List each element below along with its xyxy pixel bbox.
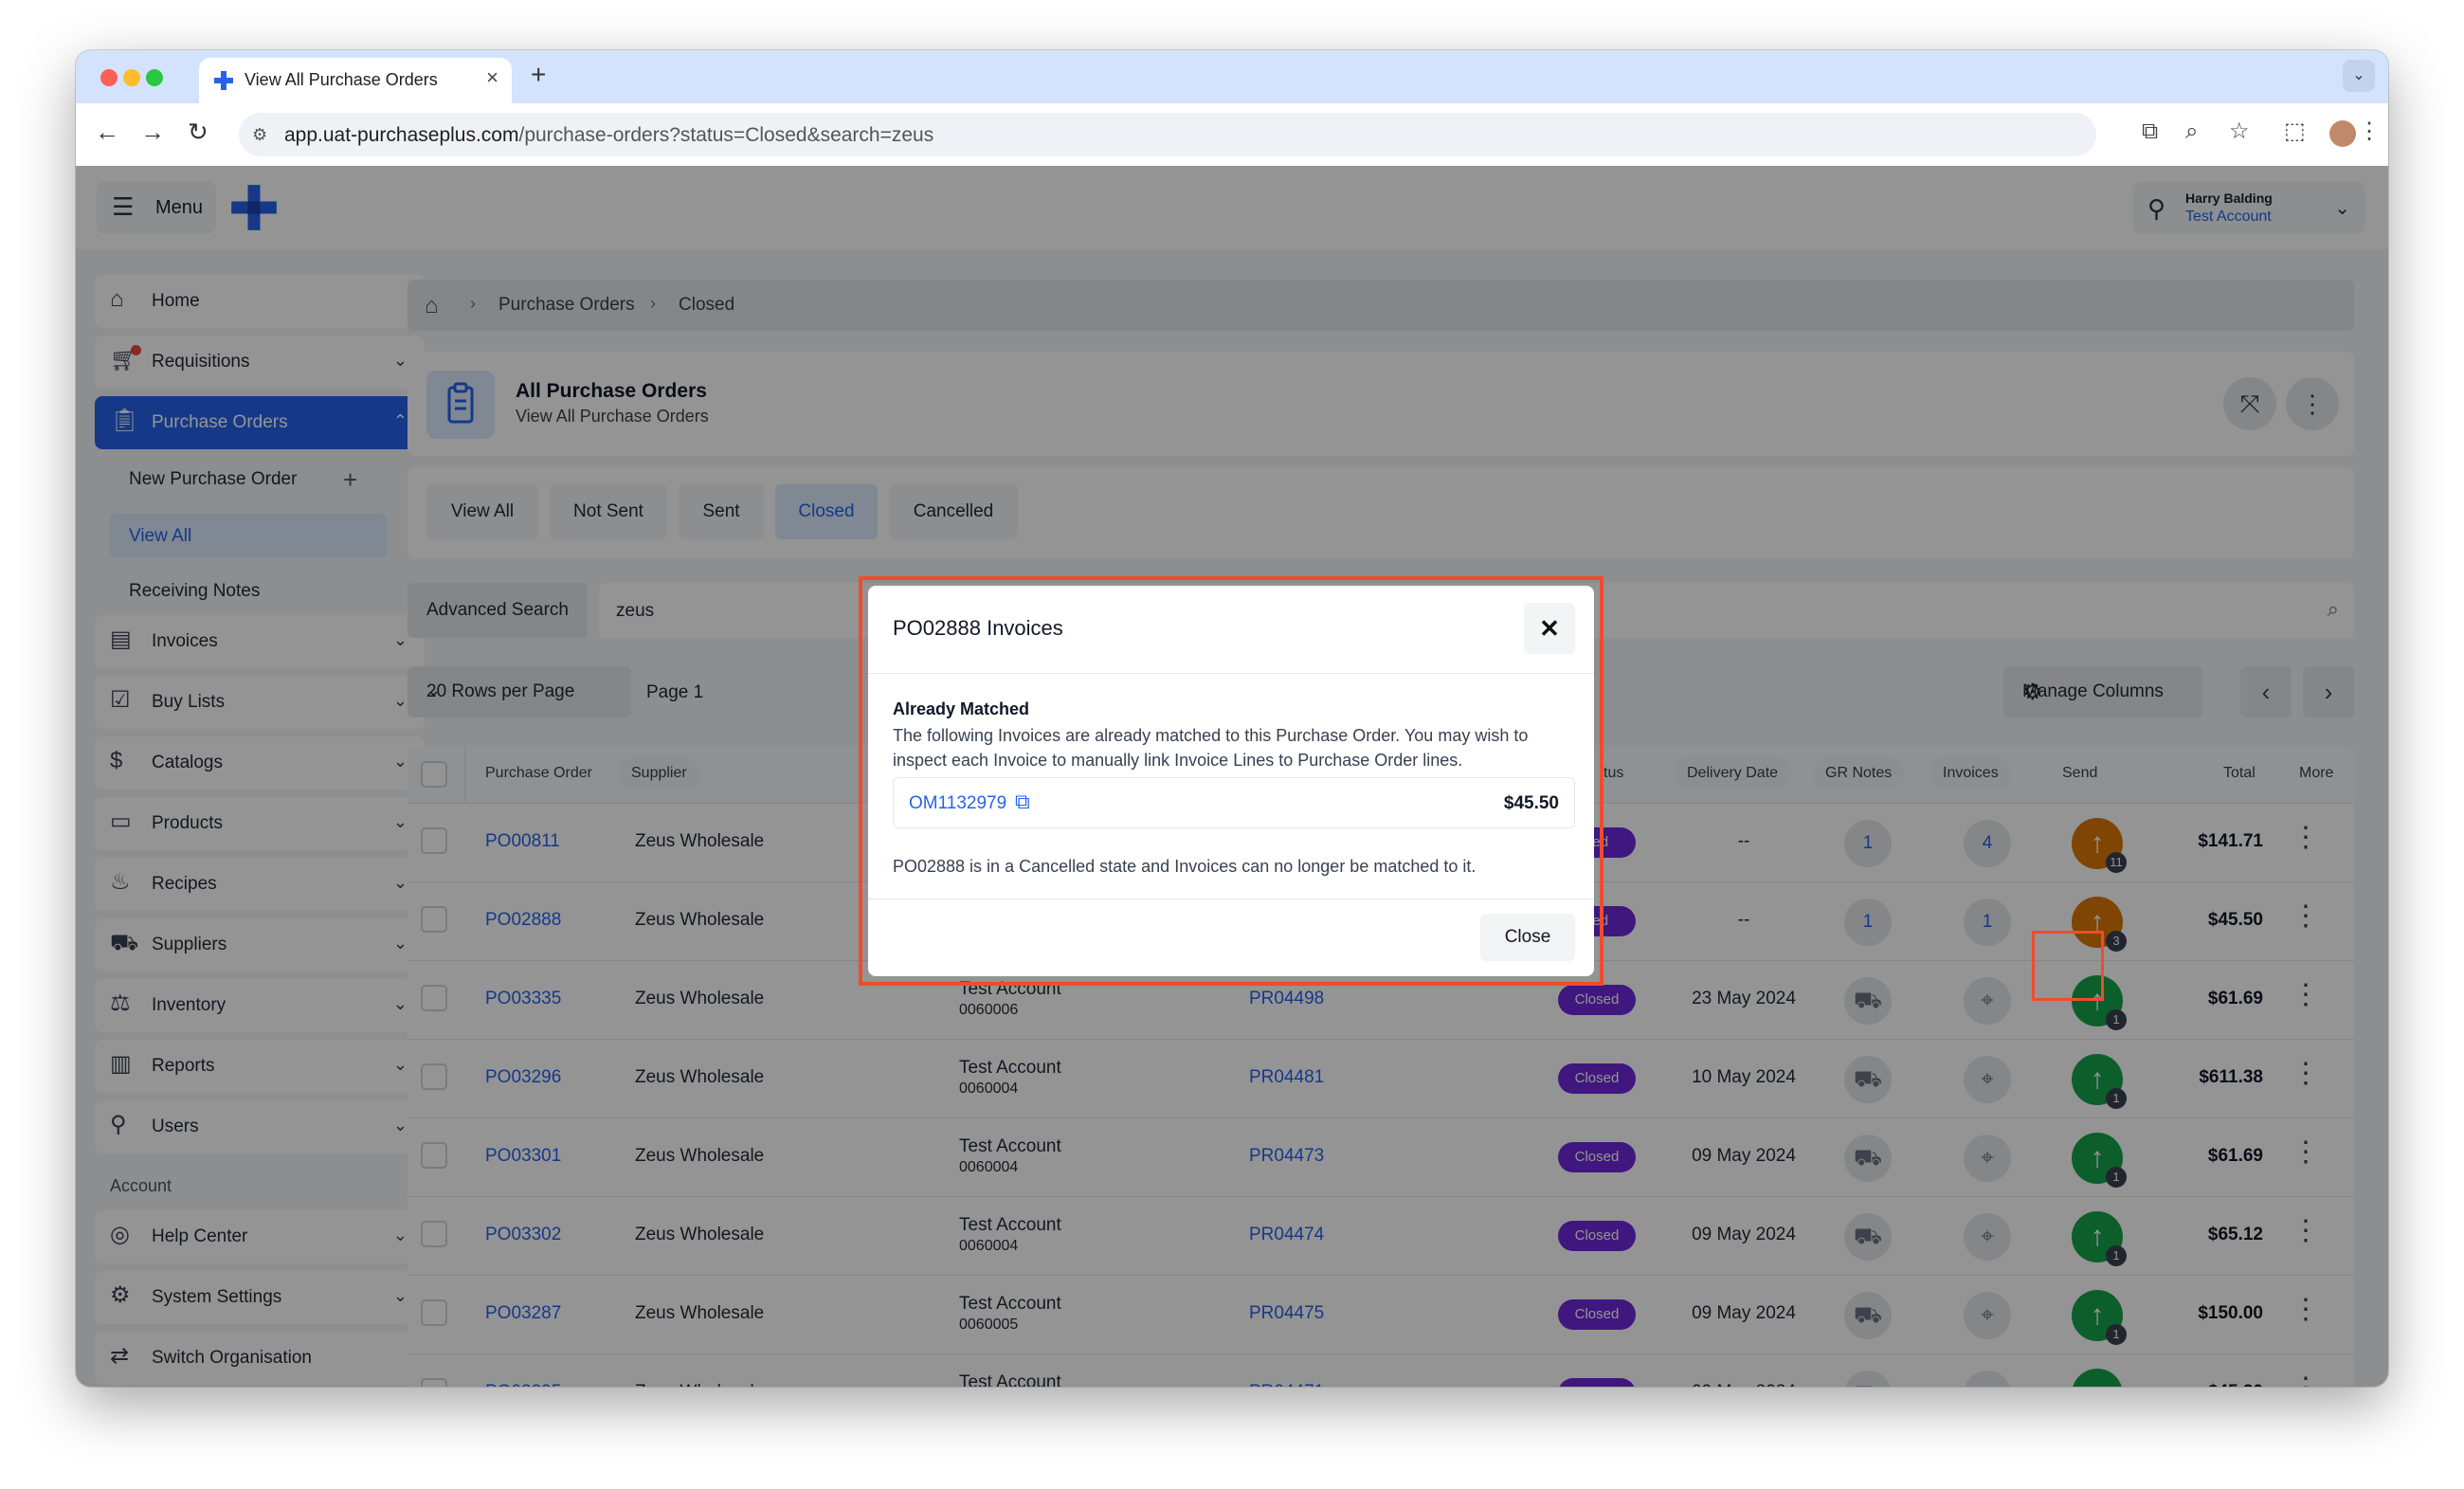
- close-window-button[interactable]: [100, 69, 118, 86]
- browser-menu-icon[interactable]: ⋮: [2358, 120, 2381, 143]
- tab-close-icon[interactable]: ×: [486, 67, 498, 88]
- tab-search-chevron-icon[interactable]: ⌄: [2343, 60, 2375, 92]
- browser-toolbar: ← → ↻ ⚙ app.uat-purchaseplus.com/purchas…: [76, 103, 2388, 167]
- modal-note: PO02888 is in a Cancelled state and Invo…: [893, 857, 1477, 876]
- invoices-modal: PO02888 Invoices ✕ Already Matched The f…: [868, 586, 1594, 976]
- bookmark-star-icon[interactable]: ☆: [2229, 120, 2250, 143]
- modal-heading: Already Matched: [893, 699, 1030, 718]
- invoice-amount: $45.50: [1503, 793, 1559, 813]
- zoom-icon[interactable]: ⌕: [2185, 120, 2198, 143]
- browser-window: View All Purchase Orders × + ⌄ ← → ↻ ⚙ a…: [76, 50, 2388, 1387]
- minimize-window-button[interactable]: [123, 69, 140, 86]
- back-arrow-icon[interactable]: ←: [95, 119, 119, 144]
- site-settings-icon[interactable]: ⚙: [252, 125, 267, 145]
- url-domain: app.uat-purchaseplus.com: [284, 124, 519, 146]
- reload-icon[interactable]: ↻: [188, 119, 208, 144]
- new-tab-button[interactable]: +: [531, 62, 546, 88]
- app-favicon-icon: [214, 71, 233, 90]
- browser-tab[interactable]: View All Purchase Orders ×: [199, 58, 512, 103]
- extensions-icon[interactable]: ⬚: [2284, 120, 2306, 143]
- modal-description: The following Invoices are already match…: [893, 726, 1529, 770]
- url-path: /purchase-orders?status=Closed&search=ze…: [518, 124, 934, 146]
- highlight-invoices-cell: [2032, 931, 2104, 1001]
- url-text: app.uat-purchaseplus.com/purchase-orders…: [284, 124, 933, 147]
- tab-title: View All Purchase Orders: [245, 70, 438, 89]
- tab-bar: View All Purchase Orders × + ⌄: [76, 50, 2388, 103]
- address-bar[interactable]: ⚙ app.uat-purchaseplus.com/purchase-orde…: [239, 113, 2096, 156]
- invoice-link[interactable]: OM1132979: [909, 793, 1006, 814]
- install-app-icon[interactable]: ⧉: [2142, 120, 2158, 143]
- matched-invoice-row: OM1132979 ⧉ $45.50: [893, 777, 1575, 828]
- forward-arrow-icon[interactable]: →: [140, 119, 165, 144]
- divider: [868, 673, 1594, 674]
- modal-title: PO02888 Invoices: [893, 616, 1063, 640]
- close-icon[interactable]: ✕: [1524, 603, 1575, 654]
- external-link-icon[interactable]: ⧉: [1015, 790, 1030, 814]
- close-button[interactable]: Close: [1480, 914, 1575, 961]
- profile-avatar[interactable]: [2329, 120, 2356, 147]
- maximize-window-button[interactable]: [146, 69, 163, 86]
